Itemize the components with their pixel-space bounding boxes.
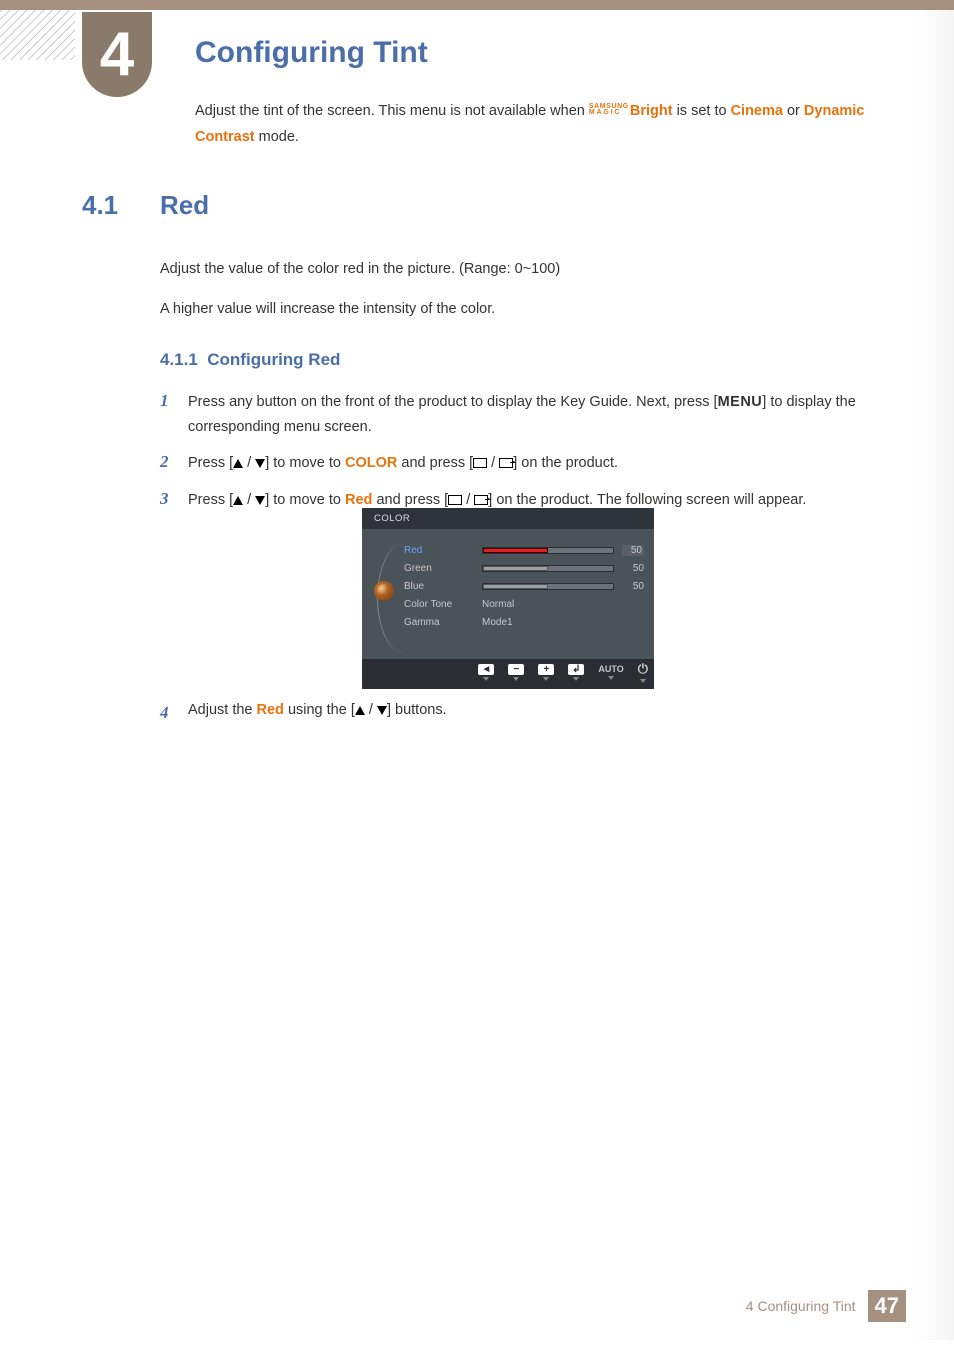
- chapter-title: Configuring Tint: [195, 36, 428, 70]
- step-4: 4 Adjust the Red using the [ / ] buttons…: [160, 702, 889, 724]
- osd-plus-button[interactable]: +: [538, 664, 554, 681]
- step1-text-a: Press any button on the front of the pro…: [188, 394, 718, 410]
- step2-text-c: and press [: [397, 455, 473, 471]
- subsection-title-text: Configuring Red: [207, 350, 340, 369]
- step4-text-a: Adjust the: [188, 702, 257, 718]
- osd-bar-green: 50: [482, 559, 644, 577]
- red-word: Red: [257, 702, 284, 718]
- osd-icon-column: [374, 541, 400, 635]
- blue-value: 50: [622, 581, 644, 592]
- intro-text-b: is set to: [673, 103, 731, 119]
- down-arrow-icon: [255, 496, 265, 505]
- osd-row-blue[interactable]: Blue: [404, 577, 478, 595]
- osd-enter-button[interactable]: ↲: [568, 664, 584, 681]
- red-value: 50: [622, 545, 644, 556]
- osd-power-button[interactable]: ⏻: [638, 661, 648, 683]
- color-tone-value: Normal: [482, 599, 514, 610]
- subsection-number: 4.1.1: [160, 350, 198, 369]
- enter-icon: [474, 495, 488, 505]
- green-slider-fill[interactable]: [483, 566, 548, 571]
- osd-menu: COLOR Red Green Blue Color Tone Gamma 50: [362, 508, 654, 689]
- down-arrow-icon: [377, 706, 387, 715]
- section-number: 4.1: [82, 190, 118, 221]
- intro-text-c: or: [783, 103, 804, 119]
- step-number: 3: [160, 488, 188, 510]
- osd-row-color-tone[interactable]: Color Tone: [404, 595, 478, 613]
- osd-body: Red Green Blue Color Tone Gamma 50 50 50: [362, 529, 654, 659]
- up-arrow-icon: [233, 496, 243, 505]
- osd-bar-red: 50: [482, 541, 644, 559]
- step3-text-a: Press [: [188, 492, 233, 508]
- step4-text-c: ] buttons.: [387, 702, 447, 718]
- osd-row-gamma[interactable]: Gamma: [404, 613, 478, 631]
- chapter-badge: 4: [82, 12, 152, 97]
- menu-key-label: MENU: [718, 394, 763, 410]
- step3-text-b: ] to move to: [265, 492, 345, 508]
- osd-minus-button[interactable]: −: [508, 664, 524, 681]
- step3-text-c: and press [: [372, 492, 448, 508]
- section-para-2: A higher value will increase the intensi…: [160, 298, 889, 321]
- green-value: 50: [622, 563, 644, 574]
- source-icon: [473, 458, 487, 468]
- bright-word: Bright: [630, 103, 673, 119]
- red-slider-fill[interactable]: [483, 548, 548, 553]
- osd-footer: ◄ − + ↲ AUTO ⏻: [362, 659, 654, 689]
- step3-text-d: ] on the product. The following screen w…: [488, 492, 806, 508]
- blue-slider-fill[interactable]: [483, 584, 548, 589]
- section-para-1: Adjust the value of the color red in the…: [160, 258, 889, 281]
- osd-title: COLOR: [362, 508, 654, 529]
- osd-colortone-row: Normal: [482, 595, 644, 613]
- osd-row-green[interactable]: Green: [404, 559, 478, 577]
- step-number: 2: [160, 451, 188, 473]
- step-1: 1 Press any button on the front of the p…: [160, 390, 889, 439]
- osd-back-button[interactable]: ◄: [478, 664, 494, 681]
- step2-text-b: ] to move to: [265, 455, 345, 471]
- page-edge-shadow: [912, 10, 954, 1340]
- chapter-intro: Adjust the tint of the screen. This menu…: [195, 98, 889, 150]
- step-number: 4: [160, 702, 188, 724]
- up-arrow-icon: [233, 459, 243, 468]
- source-icon: [448, 495, 462, 505]
- subsection-heading: 4.1.1 Configuring Red: [160, 350, 340, 370]
- footer-page-number: 47: [868, 1290, 906, 1322]
- osd-bar-blue: 50: [482, 577, 644, 595]
- osd-auto-button[interactable]: AUTO: [598, 664, 623, 680]
- samsung-magic-prefix-icon: SAMSUNGMAGIC: [589, 104, 629, 117]
- red-menu-word: Red: [345, 492, 372, 508]
- top-border-bar: [0, 0, 954, 10]
- step-list: 1 Press any button on the front of the p…: [160, 390, 889, 525]
- color-palette-icon: [374, 581, 394, 601]
- page-footer: 4 Configuring Tint 47: [746, 1290, 906, 1322]
- osd-value-column: 50 50 50 Normal Mode1: [478, 541, 644, 635]
- step-2: 2 Press [ / ] to move to COLOR and press…: [160, 451, 889, 476]
- up-arrow-icon: [355, 706, 365, 715]
- cinema-word: Cinema: [731, 103, 783, 119]
- step-number: 1: [160, 390, 188, 412]
- step2-text-a: Press [: [188, 455, 233, 471]
- down-arrow-icon: [255, 459, 265, 468]
- section-title: Red: [160, 190, 209, 221]
- osd-gamma-row: Mode1: [482, 613, 644, 631]
- intro-text-a: Adjust the tint of the screen. This menu…: [195, 103, 589, 119]
- step2-text-d: ] on the product.: [513, 455, 618, 471]
- osd-row-red[interactable]: Red: [404, 541, 478, 559]
- color-menu-word: COLOR: [345, 455, 397, 471]
- gamma-value: Mode1: [482, 617, 513, 628]
- step4-text-b: using the [: [284, 702, 355, 718]
- enter-icon: [499, 458, 513, 468]
- corner-hatch-decor: [0, 10, 75, 60]
- footer-chapter-label: 4 Configuring Tint: [746, 1298, 856, 1314]
- intro-text-d: mode.: [255, 129, 299, 145]
- chapter-number: 4: [100, 19, 134, 90]
- page-root: 4 Configuring Tint Adjust the tint of th…: [0, 0, 954, 1350]
